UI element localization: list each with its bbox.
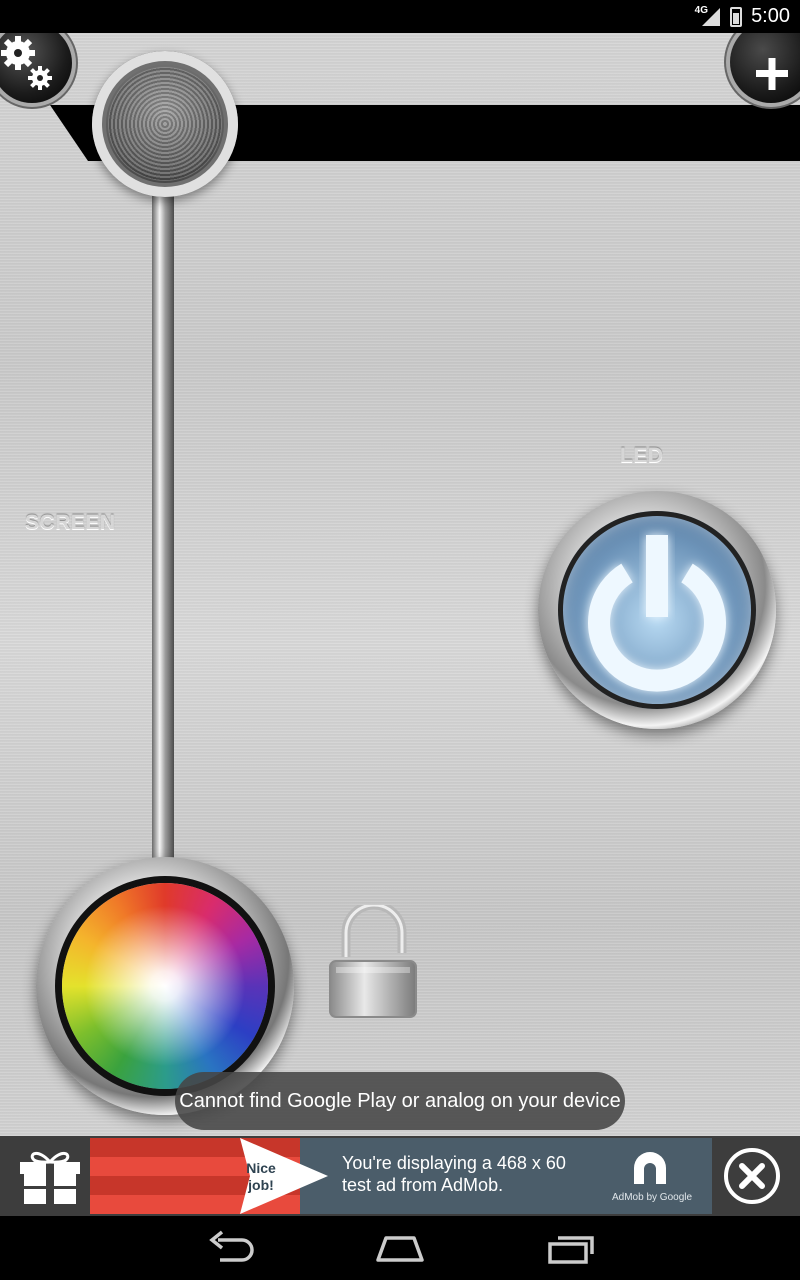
recents-icon[interactable] <box>546 1230 598 1266</box>
signal-icon <box>702 8 720 26</box>
gift-icon <box>20 1152 80 1204</box>
ad-bar: Nice job! You're displaying a 468 x 60 t… <box>0 1136 800 1216</box>
toast-text: Cannot find Google Play or analog on you… <box>179 1089 621 1112</box>
home-icon[interactable] <box>374 1230 426 1266</box>
ad-banner[interactable]: Nice job! You're displaying a 468 x 60 t… <box>90 1138 712 1214</box>
status-bar: 4G 5:00 <box>0 0 800 33</box>
ad-message-line1: You're displaying a 468 x 60 <box>342 1153 566 1173</box>
admob-brand-text: AdMob by Google <box>612 1192 693 1203</box>
gift-button[interactable] <box>20 1146 80 1206</box>
color-wheel-icon <box>62 883 268 1089</box>
ad-badge-text: Nice job! <box>236 1160 286 1194</box>
admob-logo-icon <box>634 1152 666 1184</box>
unlocked-padlock-icon[interactable] <box>328 905 420 1023</box>
ad-message: You're displaying a 468 x 60 test ad fro… <box>342 1152 566 1196</box>
ad-badge-line1: Nice <box>246 1160 276 1176</box>
screen-label: SCREEN <box>25 511 116 534</box>
back-icon[interactable] <box>204 1230 256 1266</box>
power-icon <box>588 535 726 692</box>
close-ad-button[interactable] <box>724 1148 780 1204</box>
brightness-slider-knob[interactable] <box>92 51 238 197</box>
close-icon <box>739 1163 765 1189</box>
add-button[interactable] <box>730 33 800 103</box>
led-label: LED <box>620 444 664 467</box>
ad-message-line2: test ad from AdMob. <box>342 1175 504 1195</box>
navigation-bar <box>0 1216 800 1280</box>
brightness-slider-track[interactable] <box>152 183 174 883</box>
toast-message: Cannot find Google Play or analog on you… <box>175 1072 625 1130</box>
flashlight-app: SCREEN LED Cannot find Google Play or an… <box>0 33 800 1136</box>
gears-icon <box>1 36 52 90</box>
clock: 5:00 <box>751 5 790 27</box>
settings-button[interactable] <box>0 33 72 103</box>
battery-icon <box>730 7 742 27</box>
ad-badge-line2: job! <box>248 1177 274 1193</box>
plus-icon <box>756 58 788 90</box>
led-power-button[interactable] <box>538 491 776 729</box>
